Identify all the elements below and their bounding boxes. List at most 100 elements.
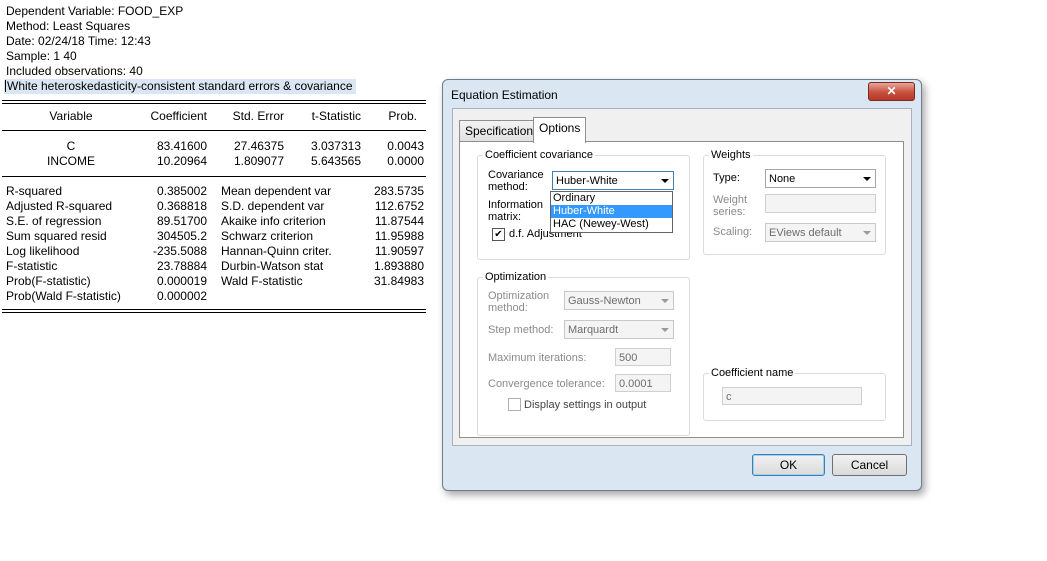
coefficient-name-value: c [726,391,732,403]
chevron-down-icon [863,231,871,235]
stat-label: Sum squared resid [6,229,107,243]
covariance-option-ordinary[interactable]: Ordinary [551,192,672,205]
coefficient-covariance-title: Coefficient covariance [483,149,596,162]
text-cursor [5,80,6,92]
scaling-value: EViews default [769,227,842,239]
optimization-method-label-1: Optimization [488,290,550,302]
weights-type-select[interactable]: None [765,169,876,188]
stat-label: Akaike info criterion [221,214,326,228]
row-c-std-error: 27.46375 [233,139,284,153]
max-iterations-input[interactable]: 500 [615,348,671,366]
stat-label: Log likelihood [6,244,80,258]
tab-options[interactable]: Options [533,117,587,143]
close-icon: ✕ [886,84,897,98]
optimization-method-value: Gauss-Newton [568,295,641,307]
chevron-down-icon [661,179,669,183]
stat-value: 11.95988 [374,229,424,243]
df-adjustment-checkbox[interactable]: ✔ [492,228,505,241]
close-button[interactable]: ✕ [868,82,915,101]
double-rule-bottom-1 [2,309,426,310]
stat-label: S.E. of regression [6,214,102,228]
covariance-note-line[interactable]: White heteroskedasticity-consistent stan… [4,79,356,94]
row-c-prob: 0.0043 [387,139,424,153]
stat-label: Adjusted R-squared [6,199,113,213]
stat-value: 89.51700 [156,214,207,228]
options-panel: Coefficient covariance Covariance method… [459,141,904,438]
step-method-select[interactable]: Marquardt [564,320,674,339]
col-header-std-error: Std. Error [232,109,284,123]
scaling-select[interactable]: EViews default [765,223,876,242]
coefficient-name-input[interactable]: c [722,387,862,405]
optimization-method-select[interactable]: Gauss-Newton [564,291,674,310]
row-income-variable: INCOME [47,154,95,168]
row-income-prob: 0.0000 [387,154,424,168]
optimization-method-label-2: method: [488,302,528,314]
observations-line: Included observations: 40 [6,64,143,78]
stat-value: 0.368818 [156,199,207,213]
checkmark-icon: ✔ [494,229,503,240]
stat-label: Durbin-Watson stat [221,259,324,273]
stat-value: 1.893880 [373,259,424,273]
stat-label: R-squared [6,184,63,198]
stat-value: 0.000019 [156,274,207,288]
stat-label: Prob(F-statistic) [6,274,91,288]
stat-label: Mean dependent var [221,184,332,198]
display-settings-checkbox[interactable] [508,398,521,411]
covariance-option-hac[interactable]: HAC (Newey-West) [551,218,672,231]
dialog-title: Equation Estimation [451,88,558,102]
stat-value: -235.5088 [152,244,207,258]
covariance-method-select[interactable]: Huber-White [552,171,674,190]
col-header-prob: Prob. [388,109,417,123]
weight-series-input[interactable] [765,194,876,213]
covariance-method-value: Huber-White [556,175,618,187]
display-settings-label: Display settings in output [524,399,647,411]
chevron-down-icon [863,177,871,181]
stat-label: F-statistic [6,259,58,273]
col-header-coefficient: Coefficient [150,109,207,123]
max-iterations-value: 500 [619,352,638,364]
stat-value: 31.84983 [373,274,424,288]
dependent-variable-line: Dependent Variable: FOOD_EXP [6,4,184,18]
convergence-tolerance-label: Convergence tolerance: [488,378,605,390]
method-line: Method: Least Squares [6,19,131,33]
stat-value: 23.78884 [156,259,207,273]
row-income-coefficient: 10.20964 [156,154,207,168]
estimation-output: Dependent Variable: FOOD_EXP Method: Lea… [0,0,430,330]
cancel-button[interactable]: Cancel [832,454,907,476]
equation-estimation-dialog: Equation Estimation ✕ Specification Opti… [442,79,922,491]
tab-specification[interactable]: Specification [459,120,540,141]
convergence-tolerance-input[interactable]: 0.0001 [615,374,671,392]
weight-series-label-1: Weight [713,194,748,206]
double-rule-bottom-2 [2,312,426,313]
weights-title: Weights [709,149,753,162]
stat-value: 304505.2 [156,229,207,243]
header-rule [2,130,426,131]
row-income-std-error: 1.809077 [233,154,284,168]
covariance-method-dropdown: Ordinary Huber-White HAC (Newey-West) [550,191,673,233]
stat-value: 0.385002 [156,184,207,198]
covariance-method-label-1: Covariance [488,169,544,181]
stat-label: S.D. dependent var [221,199,325,213]
covariance-option-huber-white[interactable]: Huber-White [551,205,672,218]
weights-type-label: Type: [713,172,740,184]
sample-line: Sample: 1 40 [6,49,77,63]
step-method-value: Marquardt [568,324,619,336]
information-matrix-label-1: Information [488,199,544,211]
row-c-variable: C [66,139,76,153]
covariance-method-label-2: method: [488,181,528,193]
chevron-down-icon [661,299,669,303]
col-header-variable: Variable [49,109,93,123]
convergence-tolerance-value: 0.0001 [619,378,653,390]
double-rule-top-2 [2,103,426,104]
coefficient-name-title: Coefficient name [709,367,796,380]
ok-button[interactable]: OK [752,454,825,476]
date-line: Date: 02/24/18 Time: 12:43 [6,34,151,48]
stat-label: Wald F-statistic [221,274,303,288]
dialog-client-area: Specification Options Coefficient covari… [452,108,912,446]
double-rule-top-1 [2,100,426,101]
chevron-down-icon [661,328,669,332]
stat-label: Schwarz criterion [221,229,314,243]
max-iterations-label: Maximum iterations: [488,352,587,364]
weights-type-value: None [769,173,796,185]
weight-series-label-2: series: [713,206,746,218]
